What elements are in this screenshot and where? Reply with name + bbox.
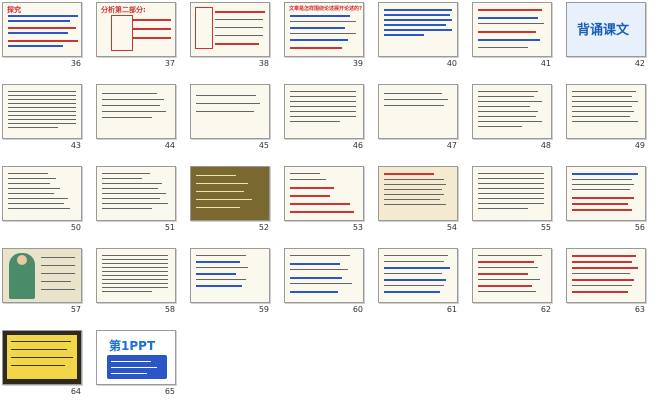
slide-number: 59 [258,305,269,314]
slide-thumb-63[interactable]: 63 [564,246,648,316]
portrait-face [17,255,27,265]
slide-number: 37 [164,59,175,68]
slide-thumb-37[interactable]: 分析第二部分: 37 [94,0,178,70]
slide-title: 分析第二部分: [101,6,146,14]
slide-thumb-60[interactable]: 60 [282,246,366,316]
slide-number: 65 [164,387,175,396]
slide-number: 63 [634,305,645,314]
slide-number: 49 [634,141,645,150]
slide-number: 52 [258,223,269,232]
slide-number: 40 [446,59,457,68]
slide-thumb-61[interactable]: 61 [376,246,460,316]
slide-title: 探究 [7,6,21,14]
slide-number: 57 [70,305,81,314]
slide-number: 44 [164,141,175,150]
slide-thumb-59[interactable]: 59 [188,246,272,316]
slide-thumb-65[interactable]: 第1PPT 65 [94,328,178,398]
slide-number: 51 [164,223,175,232]
slide-number: 55 [540,223,551,232]
slide-thumb-56[interactable]: 56 [564,164,648,234]
slide-thumb-54[interactable]: 54 [376,164,460,234]
slide-thumb-40[interactable]: 40 [376,0,460,70]
slide-number: 54 [446,223,457,232]
slide-thumb-57[interactable]: 57 [0,246,84,316]
slide-title: 背诵课文 [577,23,630,38]
slide-thumb-43[interactable]: 43 [0,82,84,152]
slide-thumb-64[interactable]: 64 [0,328,84,398]
slide-thumb-48[interactable]: 48 [470,82,554,152]
slide-thumb-36[interactable]: 探究 36 [0,0,84,70]
slide-thumb-49[interactable]: 49 [564,82,648,152]
slide-thumb-46[interactable]: 46 [282,82,366,152]
slide-number: 61 [446,305,457,314]
slide-number: 64 [70,387,81,396]
slide-thumb-39[interactable]: 文章是怎样围绕论述展开论述的? 39 [282,0,366,70]
slide-thumb-52[interactable]: 52 [188,164,272,234]
slide-thumb-45[interactable]: 45 [188,82,272,152]
slide-thumb-55[interactable]: 55 [470,164,554,234]
slide-number: 42 [634,59,645,68]
slide-number: 47 [446,141,457,150]
slide-number: 56 [634,223,645,232]
slide-number: 50 [70,223,81,232]
slide-number: 43 [70,141,81,150]
slide-thumb-50[interactable]: 50 [0,164,84,234]
slide-thumb-41[interactable]: 41 [470,0,554,70]
slide-number: 41 [540,59,551,68]
slide-number: 60 [352,305,363,314]
slide-thumb-42[interactable]: 背诵课文 42 [564,0,648,70]
slide-thumb-47[interactable]: 47 [376,82,460,152]
slide-thumb-44[interactable]: 44 [94,82,178,152]
slide-number: 46 [352,141,363,150]
slide-number: 62 [540,305,551,314]
slide-thumb-38[interactable]: 38 [188,0,272,70]
slide-number: 53 [352,223,363,232]
slide-number: 48 [540,141,551,150]
slide-number: 58 [164,305,175,314]
slide-thumb-58[interactable]: 58 [94,246,178,316]
slide-number: 36 [70,59,81,68]
slide-thumb-51[interactable]: 51 [94,164,178,234]
slide-number: 38 [258,59,269,68]
slide-thumb-53[interactable]: 53 [282,164,366,234]
slide-title: 文章是怎样围绕论述展开论述的? [289,6,362,12]
slide-sorter-grid: 探究 36 分析第二部分: 37 38 文章是怎样围绕论述展开论述的? 39 4… [0,0,660,415]
slide-title: 第1PPT [109,339,156,353]
slide-thumb-62[interactable]: 62 [470,246,554,316]
slide-number: 39 [352,59,363,68]
slide-number: 45 [258,141,269,150]
